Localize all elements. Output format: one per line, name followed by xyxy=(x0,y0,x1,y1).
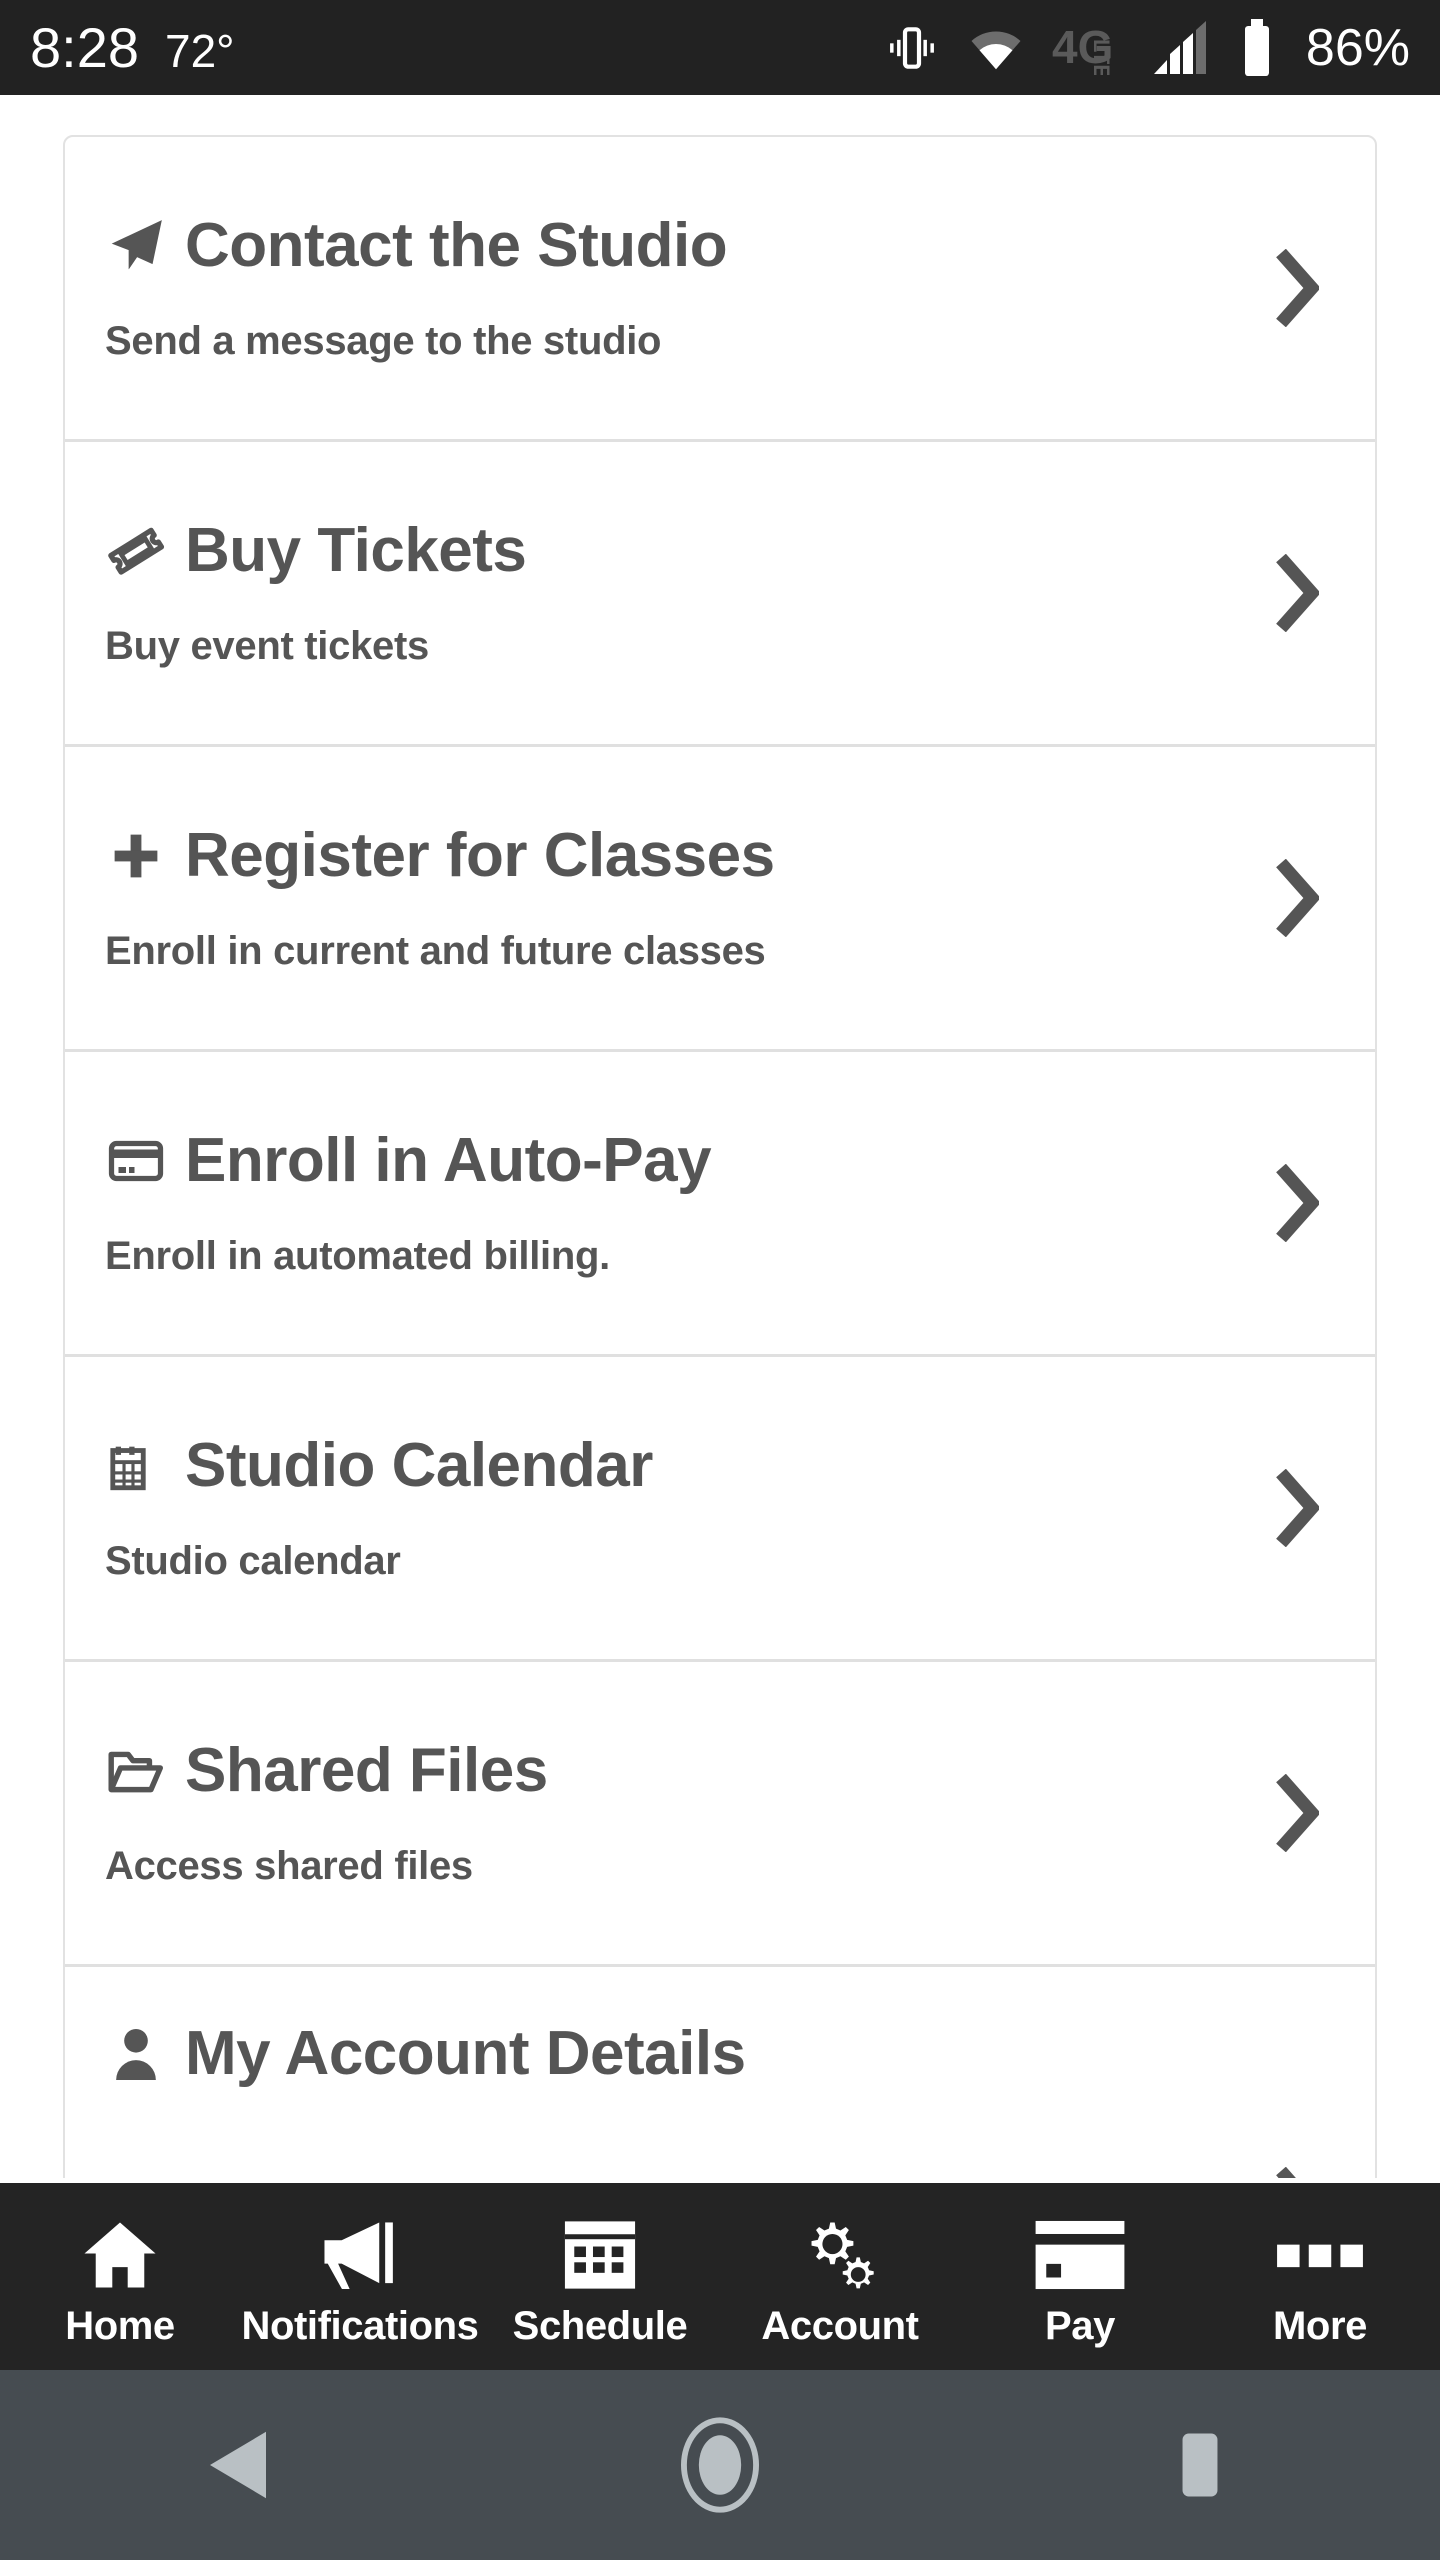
menu-item-subtitle: Studio calendar xyxy=(105,1538,401,1583)
plus-icon xyxy=(105,825,167,887)
chevron-right-icon xyxy=(1273,1469,1319,1547)
menu-item-title: Studio Calendar xyxy=(185,1431,653,1501)
menu-item-subtitle: Enroll in current and future classes xyxy=(105,928,766,973)
credit-card-icon xyxy=(105,1130,167,1192)
4g-lte-icon: 4G LTE xyxy=(1052,21,1126,75)
wifi-icon xyxy=(966,23,1026,73)
menu-item-title: My Account Details xyxy=(185,2019,746,2089)
chevron-right-icon xyxy=(1273,1164,1319,1242)
tab-label: Schedule xyxy=(512,2303,688,2348)
menu-item-shared-files[interactable]: Shared Files Access shared files xyxy=(65,1662,1375,1967)
menu-item-my-account-details[interactable]: My Account Details xyxy=(65,1967,1375,2178)
megaphone-icon xyxy=(317,2208,403,2292)
tab-label: Home xyxy=(65,2303,175,2348)
menu-item-title-row: Buy Tickets xyxy=(105,516,1335,586)
tab-label: More xyxy=(1273,2303,1367,2348)
svg-text:LTE: LTE xyxy=(1089,39,1114,75)
menu-item-subtitle: Enroll in automated billing. xyxy=(105,1233,610,1278)
chevron-right-icon xyxy=(1273,859,1319,937)
menu-item-title: Register for Classes xyxy=(185,821,775,891)
battery-percent: 86% xyxy=(1305,18,1410,77)
send-icon xyxy=(105,215,167,277)
signal-bars-icon xyxy=(1152,20,1214,76)
status-bar-left: 8:28 72° xyxy=(30,15,235,79)
back-triangle-icon xyxy=(202,2423,278,2507)
tab-account[interactable]: Account xyxy=(720,2183,960,2370)
menu-item-title: Buy Tickets xyxy=(185,516,527,586)
tab-label: Pay xyxy=(1045,2303,1115,2348)
gears-icon xyxy=(800,2208,880,2292)
home-circle-icon xyxy=(674,2416,766,2514)
tab-notifications[interactable]: Notifications xyxy=(240,2183,480,2370)
person-icon xyxy=(105,2023,167,2085)
tab-home[interactable]: Home xyxy=(0,2183,240,2370)
home-icon xyxy=(81,2208,159,2292)
menu-item-title: Enroll in Auto-Pay xyxy=(185,1126,712,1196)
status-bar-right: 4G LTE 86% xyxy=(884,18,1410,77)
chevron-right-icon xyxy=(1273,1774,1319,1852)
ticket-icon xyxy=(105,520,167,582)
android-navigation-bar xyxy=(0,2370,1440,2560)
menu-card: Contact the Studio Send a message to the… xyxy=(63,135,1377,2178)
menu-item-title-row: Enroll in Auto-Pay xyxy=(105,1126,1335,1196)
more-squares-icon xyxy=(1272,2208,1368,2292)
vibrate-icon xyxy=(884,20,940,76)
menu-item-buy-tickets[interactable]: Buy Tickets Buy event tickets xyxy=(65,442,1375,747)
status-time: 8:28 xyxy=(30,15,139,79)
recents-button[interactable] xyxy=(1100,2370,1300,2560)
back-button[interactable] xyxy=(140,2370,340,2560)
menu-item-title: Contact the Studio xyxy=(185,211,728,281)
chevron-right-icon xyxy=(1273,2167,1319,2178)
recents-square-icon xyxy=(1167,2423,1233,2507)
bottom-tab-bar: Home Notifications Schedule Account Pay … xyxy=(0,2183,1440,2370)
menu-item-register-for-classes[interactable]: Register for Classes Enroll in current a… xyxy=(65,747,1375,1052)
calendar-icon xyxy=(105,1435,167,1497)
chevron-right-icon xyxy=(1273,249,1319,327)
menu-item-title: Shared Files xyxy=(185,1736,548,1806)
menu-item-title-row: Studio Calendar xyxy=(105,1431,1335,1501)
calendar-grid-icon xyxy=(562,2208,638,2292)
menu-item-subtitle: Send a message to the studio xyxy=(105,318,662,363)
credit-card-icon xyxy=(1032,2208,1128,2292)
tab-label: Account xyxy=(761,2303,919,2348)
menu-item-title-row: Contact the Studio xyxy=(105,211,1335,281)
menu-item-subtitle: Access shared files xyxy=(105,1843,473,1888)
menu-item-enroll-in-auto-pay[interactable]: Enroll in Auto-Pay Enroll in automated b… xyxy=(65,1052,1375,1357)
status-bar: 8:28 72° 4G LTE 86% xyxy=(0,0,1440,95)
folder-open-icon xyxy=(105,1740,167,1802)
phone-screen: 8:28 72° 4G LTE 86% Contact the Studio S… xyxy=(0,0,1440,2560)
menu-item-title-row: My Account Details xyxy=(105,2019,1335,2089)
menu-item-contact-the-studio[interactable]: Contact the Studio Send a message to the… xyxy=(65,137,1375,442)
menu-item-studio-calendar[interactable]: Studio Calendar Studio calendar xyxy=(65,1357,1375,1662)
status-temperature: 72° xyxy=(165,24,235,77)
main-content[interactable]: Contact the Studio Send a message to the… xyxy=(0,95,1440,2178)
menu-item-subtitle: Buy event tickets xyxy=(105,623,429,668)
tab-more[interactable]: More xyxy=(1200,2183,1440,2370)
battery-icon xyxy=(1240,18,1274,77)
home-button[interactable] xyxy=(620,2370,820,2560)
tab-label: Notifications xyxy=(241,2303,479,2348)
tab-pay[interactable]: Pay xyxy=(960,2183,1200,2370)
menu-item-title-row: Register for Classes xyxy=(105,821,1335,891)
menu-item-title-row: Shared Files xyxy=(105,1736,1335,1806)
tab-schedule[interactable]: Schedule xyxy=(480,2183,720,2370)
chevron-right-icon xyxy=(1273,554,1319,632)
